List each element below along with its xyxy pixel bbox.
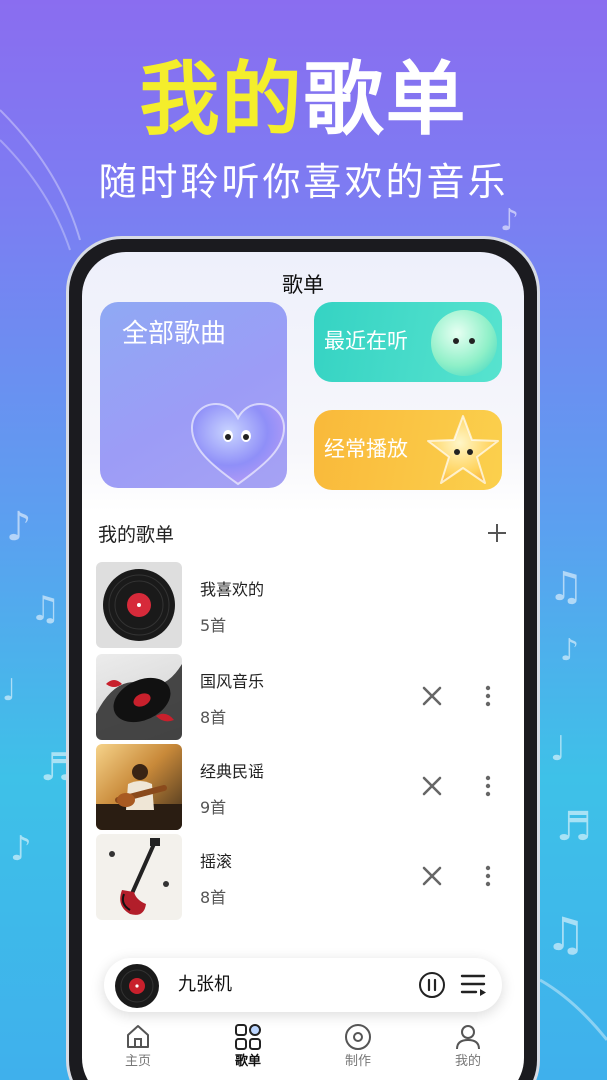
user-icon (456, 1025, 480, 1050)
close-icon[interactable] (418, 862, 446, 890)
playlist-cover-vinyl (96, 562, 182, 648)
playlist-count: 5首 (200, 616, 227, 635)
tab-create[interactable]: 制作 (318, 1022, 398, 1080)
recent-card[interactable]: 最近在听 (314, 302, 502, 382)
more-vertical-icon[interactable] (480, 682, 496, 710)
playlist-count: 9首 (200, 798, 227, 817)
playlist-name: 摇滚 (200, 852, 233, 871)
playlist-name: 国风音乐 (200, 672, 265, 691)
tab-label: 歌单 (234, 1054, 261, 1069)
close-icon[interactable] (418, 682, 446, 710)
star-mascot-icon (427, 415, 499, 484)
all-songs-card[interactable]: 全部歌曲 (100, 302, 287, 488)
playlist-cover-ink (96, 654, 182, 740)
svg-text:♩: ♩ (2, 673, 16, 708)
add-playlist-button[interactable] (482, 518, 512, 548)
tab-home[interactable]: 主页 (98, 1022, 178, 1080)
svg-text:♫: ♫ (30, 589, 60, 629)
mini-player[interactable]: 九张机 (104, 958, 502, 1012)
tab-playlists[interactable]: 歌单 (208, 1022, 288, 1080)
playlist-row[interactable]: 国风音乐 8首 (96, 654, 516, 740)
bottom-tab-bar: 主页 歌单 制作 我的 (82, 1022, 524, 1080)
grid-icon (235, 1024, 261, 1050)
playlist-row[interactable]: 摇滚 8首 (96, 834, 516, 920)
pause-icon[interactable] (418, 971, 446, 999)
punk-guitar-art-icon (109, 838, 169, 915)
vinyl-record-icon (103, 569, 175, 641)
guitarist-photo-icon (96, 764, 182, 830)
home-icon (127, 1025, 149, 1048)
tab-label: 主页 (124, 1054, 151, 1069)
disc-icon (345, 1024, 371, 1050)
ink-vinyl-art-icon (96, 664, 182, 740)
playlist-row[interactable]: 我喜欢的 5首 (96, 562, 516, 648)
svg-text:♪: ♪ (6, 504, 32, 550)
heart-mascot-icon (190, 402, 286, 486)
playlist-count: 8首 (200, 708, 227, 727)
my-playlists-title: 我的歌单 (98, 520, 184, 550)
svg-text:♪: ♪ (500, 203, 519, 238)
playlist-count: 8首 (200, 888, 227, 907)
all-songs-label: 全部歌曲 (122, 319, 227, 349)
playlist-queue-icon[interactable] (460, 972, 488, 998)
tab-label: 制作 (344, 1054, 371, 1069)
close-icon[interactable] (418, 772, 446, 800)
page-title: 歌单 (282, 273, 324, 297)
svg-text:♫: ♫ (545, 907, 586, 961)
app-screen: 歌单 全部歌曲 最近在听 经常播放 我的歌单 我喜欢的 5首 国风音乐 8首 经… (82, 252, 524, 1080)
plus-icon (488, 524, 506, 542)
album-disc-icon (115, 964, 159, 1008)
tab-mine[interactable]: 我的 (428, 1022, 508, 1080)
promo-subtitle: 随时聆听你喜欢的音乐 (98, 160, 509, 204)
playlist-row[interactable]: 经典民谣 9首 (96, 744, 516, 830)
playlist-cover-punk (96, 834, 182, 920)
playlist-name: 经典民谣 (200, 762, 265, 781)
frequent-card[interactable]: 经常播放 (314, 410, 502, 490)
svg-text:♬: ♬ (556, 804, 592, 850)
svg-text:♫: ♫ (548, 564, 584, 610)
svg-text:♪: ♪ (10, 829, 32, 869)
playlist-cover-guitarist (96, 744, 182, 830)
recent-label: 最近在听 (324, 329, 408, 353)
playlist-name: 我喜欢的 (200, 580, 265, 599)
promo-title: 我的歌单 (0, 52, 607, 148)
frequent-label: 经常播放 (324, 437, 408, 461)
svg-text:♩: ♩ (550, 729, 566, 769)
more-vertical-icon[interactable] (480, 772, 496, 800)
tab-label: 我的 (454, 1054, 481, 1069)
my-playlists-label: 我的歌单 (98, 524, 175, 546)
promo-title-part2: 歌单 (303, 53, 468, 146)
more-vertical-icon[interactable] (480, 862, 496, 890)
promo-title-part1: 我的 (139, 53, 304, 146)
now-playing-title: 九张机 (178, 974, 232, 995)
ball-mascot-icon (431, 310, 497, 376)
svg-text:♪: ♪ (560, 633, 579, 668)
